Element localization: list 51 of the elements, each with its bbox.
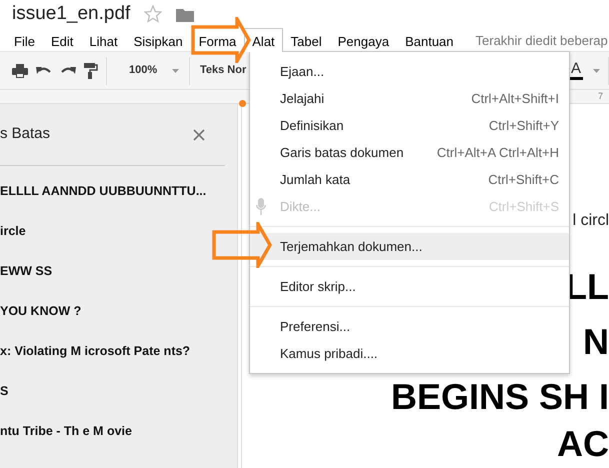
shortcut-text: Ctrl+Shift+C	[488, 170, 559, 189]
panel-title: s Batas	[0, 124, 50, 144]
menu-item[interactable]: Bantuan	[397, 28, 462, 51]
outline-item[interactable]: ircle	[0, 211, 237, 251]
shortcut-text: Ctrl+Shift+Y	[488, 116, 559, 135]
document-text: l circl	[572, 212, 609, 229]
document-heading: BEGINS SH I	[390, 376, 609, 417]
redo-icon[interactable]	[60, 66, 76, 76]
undo-icon[interactable]	[36, 66, 52, 76]
menu-item[interactable]: Sisipkan	[126, 28, 191, 51]
menu-item[interactable]: Pengaya	[330, 28, 398, 51]
zoom-dropdown[interactable]: 100%	[127, 62, 181, 79]
outline-item[interactable]: EWW SS	[0, 251, 237, 291]
menu-item[interactable]: Lihat	[81, 28, 126, 51]
outline-item[interactable]: ntu Tribe - Th e M ovie	[0, 411, 237, 451]
indent-marker[interactable]	[239, 100, 246, 107]
menu-option[interactable]: Garis batas dokumen Ctrl+Alt+A Ctrl+Alt+H	[250, 139, 569, 166]
outline-item[interactable]: x: Violating M icrosoft Pate nts?	[0, 331, 237, 371]
arrow-annotation	[212, 222, 272, 268]
shortcut-text: Ctrl+Alt+A Ctrl+Alt+H	[436, 144, 559, 162]
close-icon[interactable]	[193, 128, 205, 140]
menu-option[interactable]: Definisikan Ctrl+Shift+Y	[250, 112, 569, 139]
menu-option[interactable]: Jumlah kata Ctrl+Shift+C	[250, 166, 569, 193]
document-heading: N	[583, 321, 609, 362]
paint-roller-icon[interactable]	[84, 62, 98, 78]
style-dropdown[interactable]: Teks Nor	[198, 62, 248, 79]
last-edited-text[interactable]: Terakhir diedit beberap	[462, 28, 608, 51]
print-icon[interactable]	[12, 64, 28, 78]
document-title: issue1_en.pdf	[12, 2, 130, 26]
outline-item[interactable]: YOU KNOW ?	[0, 291, 237, 331]
menu-option[interactable]: Editor skrip...	[250, 273, 569, 300]
outline-item[interactable]: ELLLL AANNDD UUBBUUNNTTU...	[0, 171, 237, 211]
star-icon[interactable]	[144, 5, 162, 23]
caret-icon[interactable]	[593, 68, 600, 72]
caret-icon	[172, 68, 179, 72]
menu-item[interactable]: Edit	[42, 28, 82, 51]
menu-option[interactable]: Terjemahkan dokumen...	[250, 233, 569, 260]
microphone-icon	[256, 198, 266, 215]
menu-item[interactable]: Tabel	[282, 28, 330, 51]
menu-item[interactable]: Alat	[244, 28, 283, 52]
outline-item[interactable]: S	[0, 371, 237, 411]
folder-icon[interactable]	[176, 6, 194, 22]
document-heading: AC	[557, 423, 609, 464]
menu-option[interactable]: Preferensi...	[250, 313, 569, 340]
menu-item[interactable]: File	[6, 28, 43, 51]
ruler-number: 7	[598, 90, 603, 103]
menu-option[interactable]: Kamus pribadi....	[250, 340, 569, 367]
menu-option[interactable]: Jelajahi Ctrl+Alt+Shift+I	[250, 85, 569, 112]
arrow-annotation	[191, 17, 251, 63]
menu-option[interactable]: Ejaan...	[250, 58, 569, 85]
shortcut-text: Ctrl+Alt+Shift+I	[471, 90, 559, 108]
